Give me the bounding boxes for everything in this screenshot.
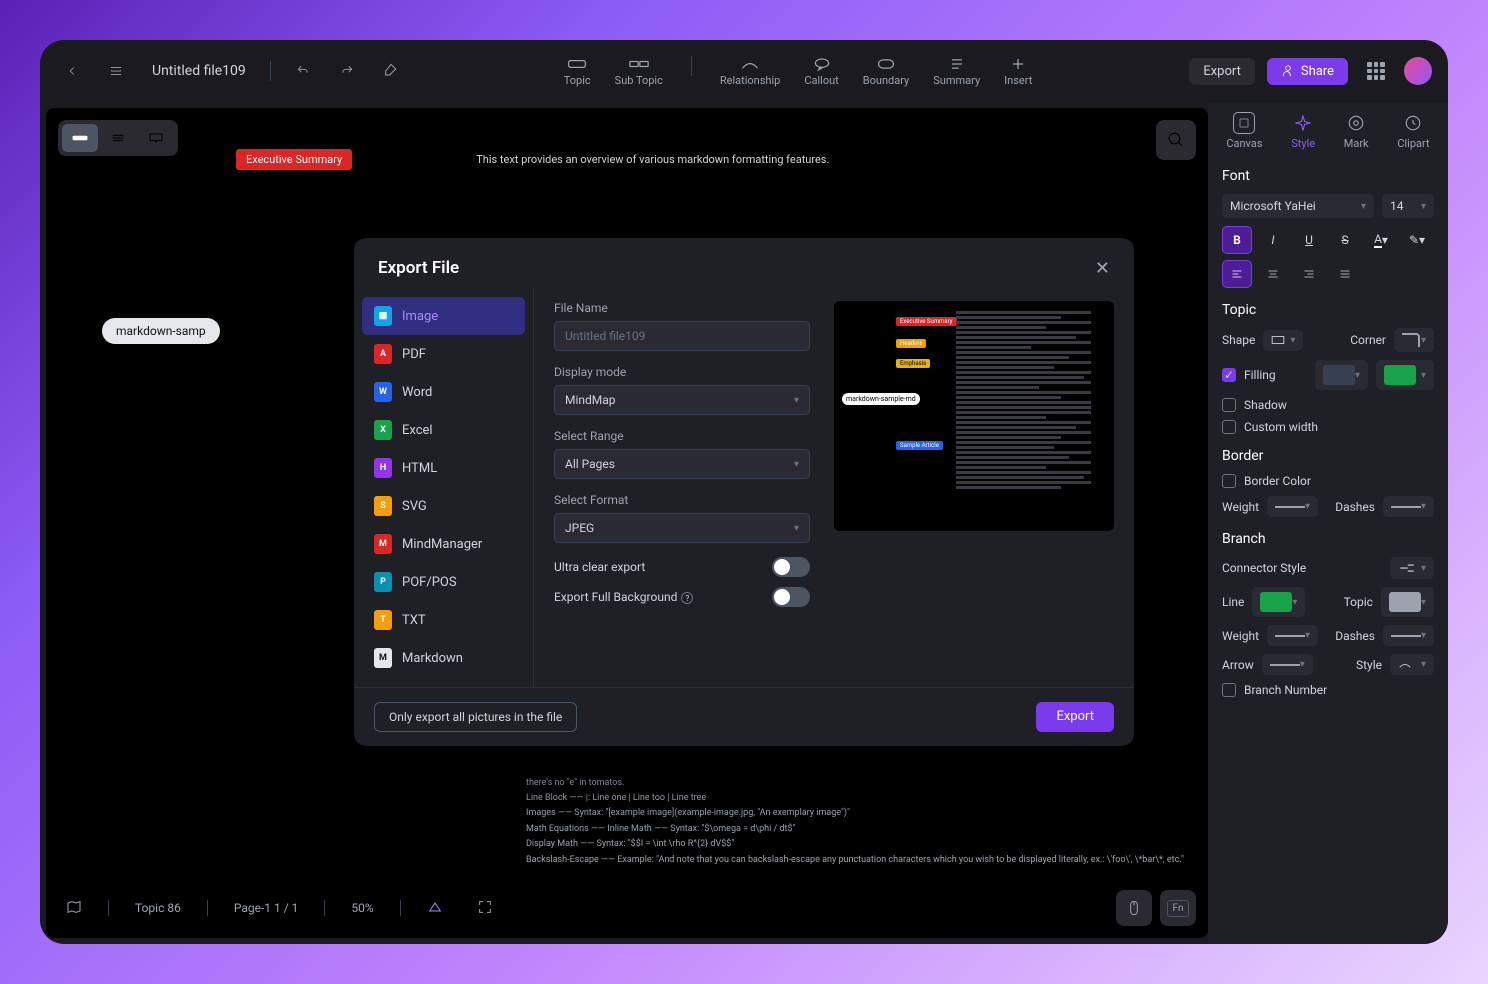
ultra-clear-toggle[interactable] [772,557,810,577]
display-mode-select[interactable]: MindMap▾ [554,385,810,415]
export-preview: Executive Summary Headers Emphasis Sampl… [834,301,1114,531]
export-full-bg-toggle[interactable] [772,587,810,607]
select-format-label: Select Format [554,493,810,507]
select-range-label: Select Range [554,429,810,443]
format-list: ▦Image APDF WWord XExcel HHTML SSVG MMin… [354,287,534,687]
select-format-select[interactable]: JPEG▾ [554,513,810,543]
help-icon[interactable]: ? [681,592,693,604]
app-window: Untitled file109 Topic Sub Topic Relatio… [40,40,1448,944]
format-excel[interactable]: XExcel [362,411,525,449]
format-pdf[interactable]: APDF [362,335,525,373]
export-dialog: Export File ✕ ▦Image APDF WWord XExcel H… [354,238,1134,746]
display-mode-label: Display mode [554,365,810,379]
dialog-footer: Only export all pictures in the file Exp… [354,687,1134,746]
format-html[interactable]: HHTML [362,449,525,487]
file-name-input[interactable]: Untitled file109 [554,321,810,351]
format-word[interactable]: WWord [362,373,525,411]
format-txt[interactable]: TTXT [362,601,525,639]
form-area: File Name Untitled file109 Display mode … [534,287,1134,687]
select-range-select[interactable]: All Pages▾ [554,449,810,479]
ultra-clear-label: Ultra clear export [554,560,645,574]
dialog-export-button[interactable]: Export [1036,702,1114,732]
format-image[interactable]: ▦Image [362,297,525,335]
export-full-bg-label: Export Full Background? [554,590,693,605]
only-pictures-button[interactable]: Only export all pictures in the file [374,702,577,732]
format-mindmanager[interactable]: MMindManager [362,525,525,563]
format-svg[interactable]: SSVG [362,487,525,525]
format-pofpos[interactable]: PPOF/POS [362,563,525,601]
file-name-label: File Name [554,301,810,315]
dialog-title: Export File [378,258,459,279]
format-markdown[interactable]: MMarkdown [362,639,525,677]
close-icon[interactable]: ✕ [1095,258,1110,279]
dialog-overlay: Export File ✕ ▦Image APDF WWord XExcel H… [40,40,1448,944]
